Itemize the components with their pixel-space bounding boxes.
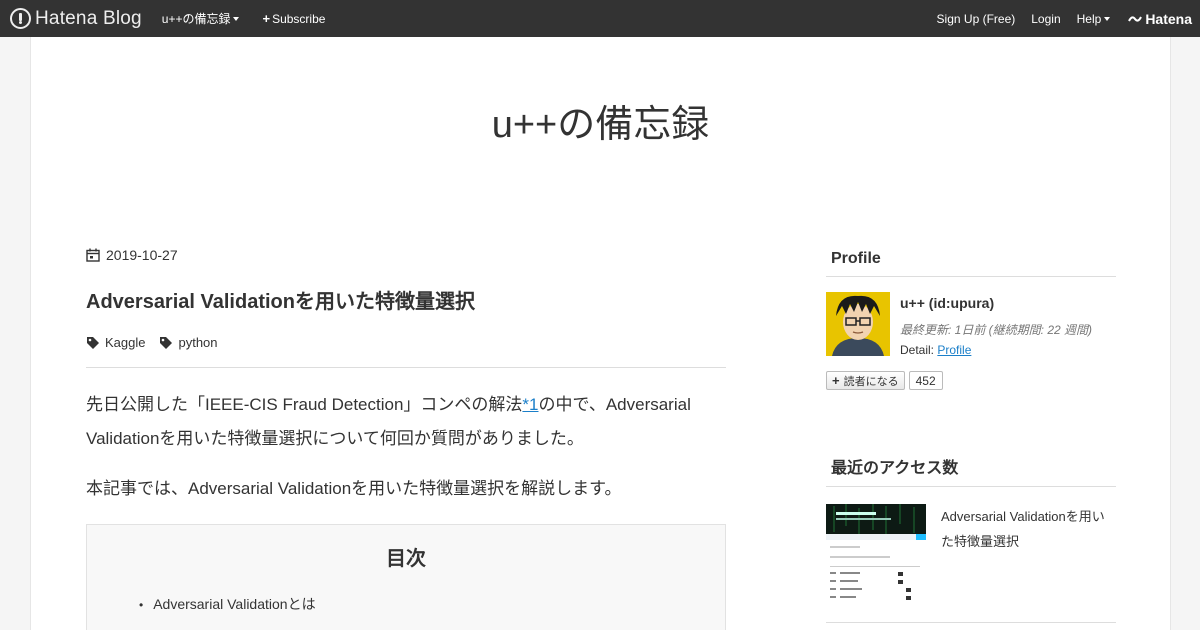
help-dropdown[interactable]: Help [1077,12,1111,26]
hatena-brand-link[interactable]: Hatena [1128,11,1192,27]
blog-menu-label: u++の備忘録 [161,12,231,26]
toc-list: Adversarial Validationとは [139,594,315,614]
subscribe-widget: + 読者になる 452 [826,371,943,390]
article-paragraph-2: 本記事では、Adversarial Validationを用いた特徴量選択を解説… [86,479,622,498]
article-thumbnail-image [826,504,926,604]
access-ranking-heading: 最近のアクセス数 [826,454,1116,487]
article-tags: Kaggle python [86,335,218,350]
tag-icon [160,336,173,349]
blog-container: u++の備忘録 2019-10-27 Adversarial Validatio… [30,37,1171,630]
sidebar-divider [826,622,1116,623]
tag-kaggle[interactable]: Kaggle [86,335,145,350]
footnote-link[interactable]: *1 [522,395,538,414]
blog-menu-dropdown[interactable]: u++の備忘録 [162,10,240,27]
profile-detail-link[interactable]: Profile [937,343,971,357]
signup-link[interactable]: Sign Up (Free) [937,12,1016,26]
chevron-down-icon [233,17,240,21]
subscribe-label: Subscribe [272,11,326,26]
tag-label: Kaggle [105,335,146,350]
hatena-mark-icon [1128,15,1143,22]
profile-detail: Detail: Profile [900,343,971,357]
access-item-thumbnail[interactable] [826,504,926,604]
article-title[interactable]: Adversarial Validationを用いた特徴量選択 [86,285,475,314]
hatena-blog-logo[interactable]: Hatena Blog [10,8,142,30]
avatar-illustration [826,292,890,356]
article-paragraph-1: 先日公開した「IEEE-CIS Fraud Detection」コンペの解法*1… [86,388,726,456]
calendar-icon [86,248,100,262]
global-header: Hatena Blog u++の備忘録 + Subscribe Sign Up … [0,0,1200,37]
tag-icon [87,336,99,349]
plus-icon: + [832,373,840,388]
article-date-text[interactable]: 2019-10-27 [106,247,178,263]
chevron-down-icon [1104,17,1111,21]
profile-detail-label: Detail: [900,343,938,357]
subscriber-count[interactable]: 452 [908,371,943,390]
tag-python[interactable]: python [159,335,218,350]
header-divider [86,367,726,368]
toc-item[interactable]: Adversarial Validationとは [139,594,315,614]
login-link[interactable]: Login [1031,12,1060,26]
access-item-title[interactable]: Adversarial Validationを用いた特徴量選択 [941,504,1111,554]
subscribe-reader-button[interactable]: + 読者になる [826,371,905,390]
article-date: 2019-10-27 [86,247,178,263]
profile-name[interactable]: u++ (id:upura) [900,295,994,311]
subscribe-reader-label: 読者になる [843,375,899,388]
paragraph-text: 先日公開した「IEEE-CIS Fraud Detection」コンペの解法 [86,395,523,414]
blog-title[interactable]: u++の備忘録 [31,93,1170,148]
profile-heading: Profile [826,250,1116,277]
toc-title: 目次 [386,548,426,570]
help-label: Help [1076,11,1102,26]
logo-text: Hatena Blog [35,7,142,29]
plus-icon: + [262,11,271,26]
hatena-exclamation-icon [10,8,31,29]
profile-last-updated: 最終更新: 1日前 (継続期間: 22 週間) [900,323,1093,337]
table-of-contents: 目次 Adversarial Validationとは [86,524,726,630]
subscribe-link[interactable]: + Subscribe [262,11,325,26]
tag-label: python [178,335,218,350]
avatar[interactable] [826,292,890,356]
hatena-brand-label: Hatena [1145,10,1192,27]
